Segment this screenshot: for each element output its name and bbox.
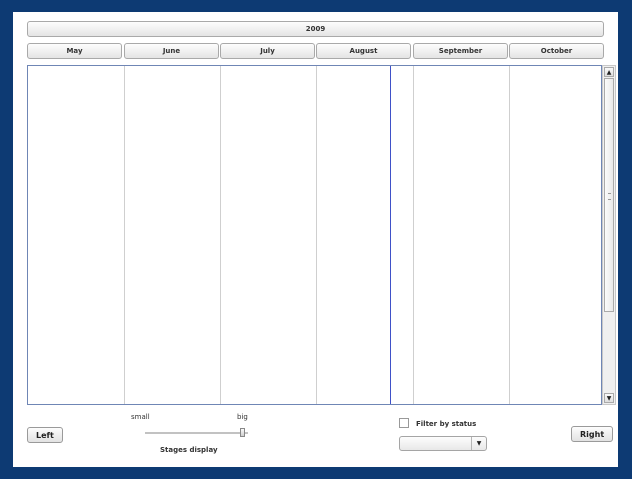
chevron-down-icon[interactable]: ▼ [471,437,486,450]
month-divider [124,66,125,404]
filter-by-status-label: Filter by status [416,420,477,428]
month-header-may[interactable]: May [27,43,122,59]
month-header-june[interactable]: June [124,43,219,59]
scroll-right-button[interactable]: Right [571,426,614,442]
month-divider [509,66,510,404]
vertical-scrollbar[interactable]: ▲ ▼ [602,65,616,405]
stages-slider-thumb[interactable] [240,428,245,437]
month-header-october[interactable]: October [509,43,604,59]
status-select[interactable]: ▼ [399,436,487,451]
month-divider [220,66,221,404]
scroll-down-icon[interactable]: ▼ [604,393,614,403]
scroll-left-button[interactable]: Left [27,427,63,443]
timeline-panel: 2009 May June July August September Octo… [13,12,618,467]
slider-min-label: small [131,413,150,421]
year-header-button[interactable]: 2009 [27,21,604,37]
month-divider [413,66,414,404]
month-header-september[interactable]: September [413,43,508,59]
slider-max-label: big [237,413,248,421]
month-divider [316,66,317,404]
timeline-grid[interactable] [27,65,602,405]
scroll-up-icon[interactable]: ▲ [604,67,614,77]
current-date-marker [390,66,391,404]
month-header-july[interactable]: July [220,43,315,59]
scroll-thumb[interactable] [604,78,614,312]
month-header-august[interactable]: August [316,43,411,59]
stages-slider-track[interactable] [145,432,248,434]
filter-by-status-checkbox[interactable] [399,418,409,428]
grip-icon [608,193,611,200]
stages-display-label: Stages display [160,446,218,454]
